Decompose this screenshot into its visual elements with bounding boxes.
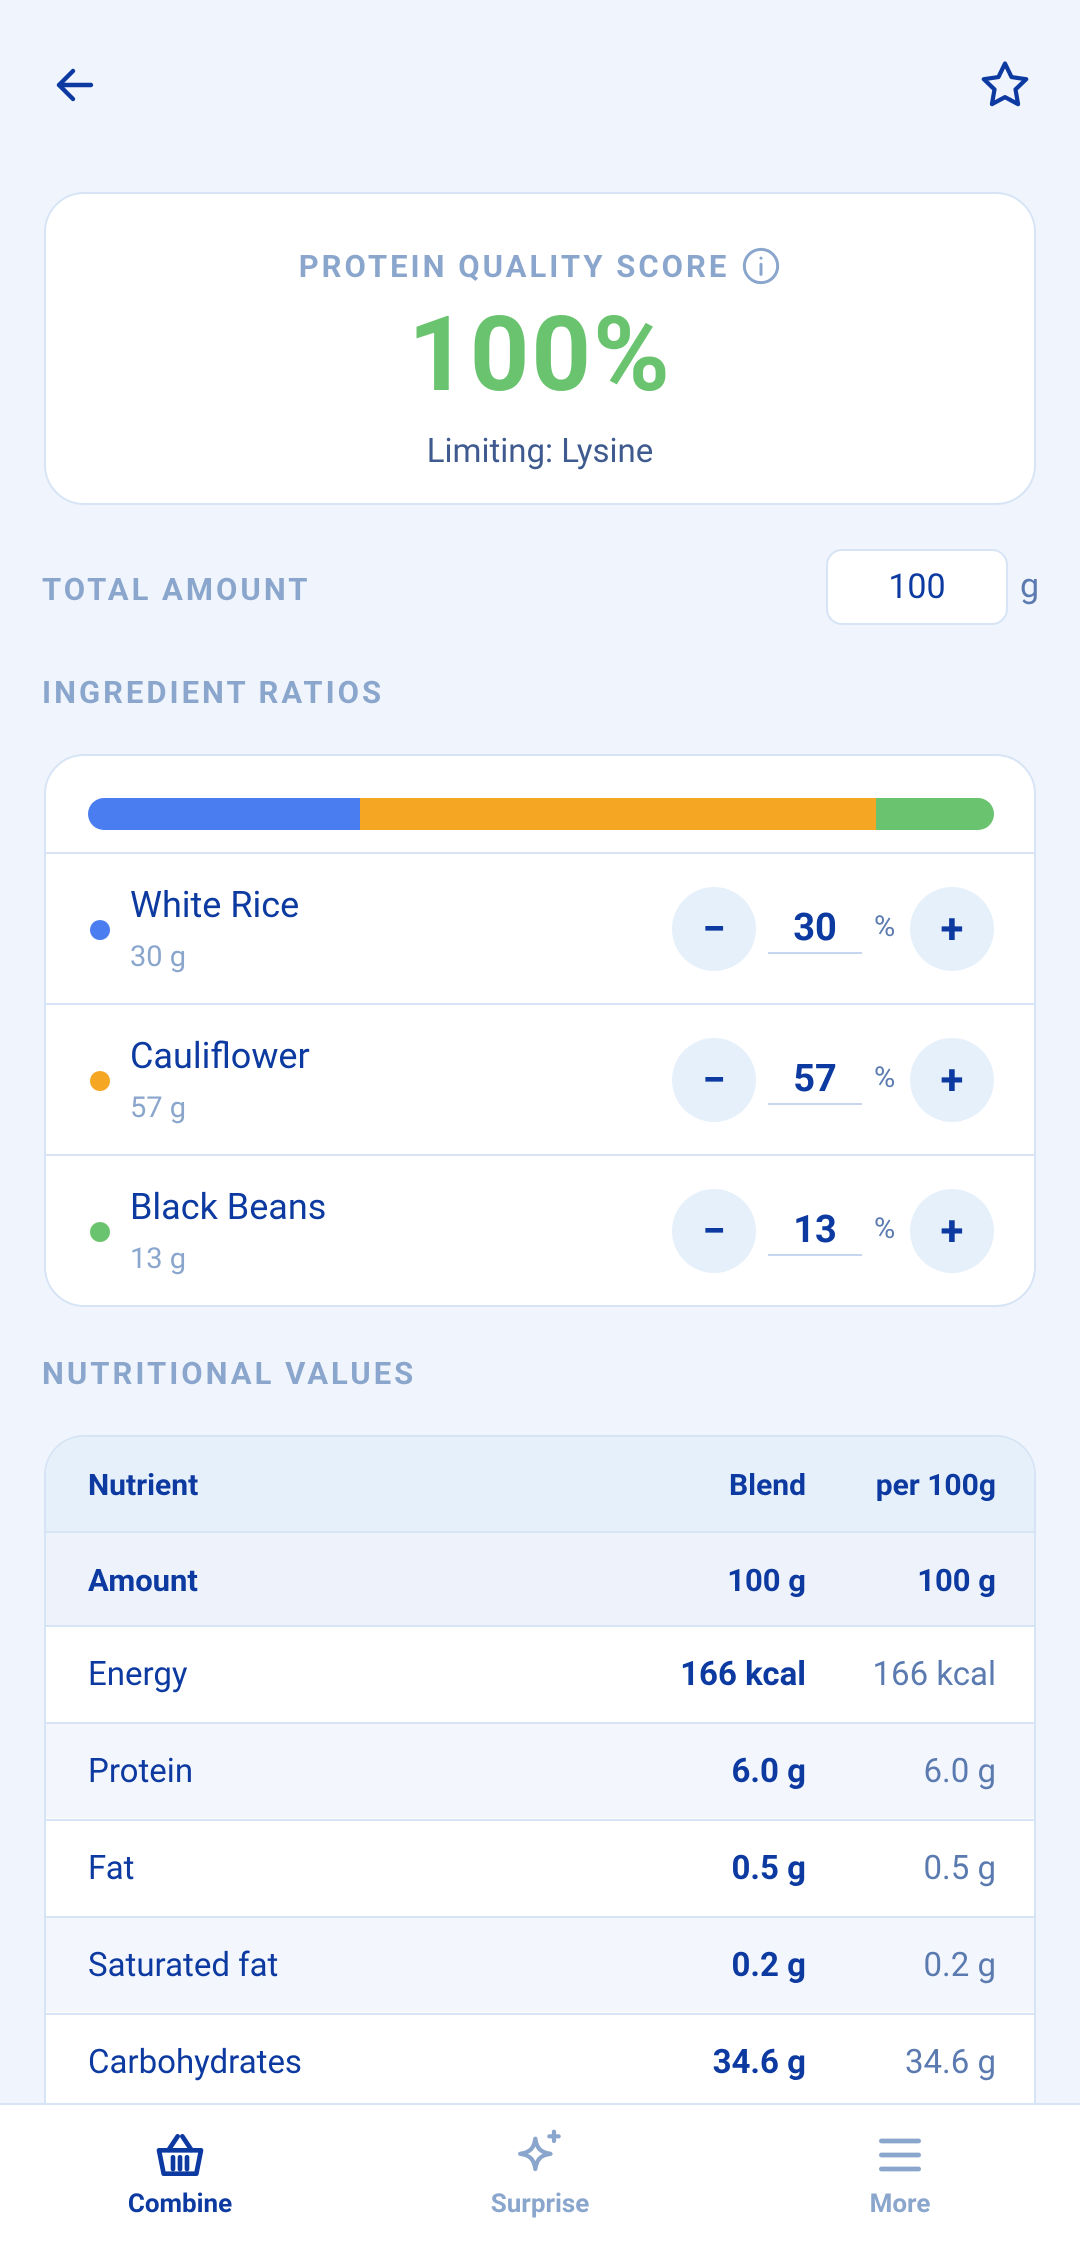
ingredient-row: White Rice 30 g −30% + [46, 852, 1034, 1003]
increase-button[interactable]: + [910, 887, 994, 971]
back-button[interactable] [40, 50, 110, 120]
percent-input[interactable]: 13 [768, 1204, 862, 1256]
percent-input[interactable]: 57 [768, 1053, 862, 1105]
increase-button[interactable]: + [910, 1038, 994, 1122]
nutrient-blend-value: 0.5 g [731, 1848, 807, 1888]
total-amount-label: TOTAL AMOUNT [42, 571, 311, 608]
header-per-100g: per 100g [875, 1467, 996, 1503]
ratio-segment-1 [88, 798, 360, 830]
increase-button[interactable]: + [910, 1189, 994, 1273]
nutrient-blend-value: 34.6 g [712, 2042, 806, 2082]
ingredient-name: White Rice [130, 884, 300, 926]
nutrient-per-100g-value: 6.0 g [923, 1751, 996, 1791]
ingredient-name: Cauliflower [130, 1035, 310, 1077]
limiting-amino-acid: Limiting: Lysine [426, 432, 654, 471]
ingredient-ratios-title: INGREDIENT RATIOS [42, 674, 385, 711]
decrease-button[interactable]: − [672, 887, 756, 971]
ratio-segment-2 [359, 798, 877, 830]
table-row: Energy 166 kcal 166 kcal [46, 1625, 1034, 1721]
ingredient-ratios-card: White Rice 30 g −30% + Cauliflower 57 g −57% + B… [44, 754, 1036, 1307]
score-value: 100% [408, 295, 672, 416]
nutrient-name: Carbohydrates [88, 2042, 302, 2082]
nav-more[interactable]: More [720, 2105, 1080, 2252]
nav-surprise-label: Surprise [490, 2189, 590, 2219]
nutrient-name: Protein [88, 1751, 194, 1791]
score-label-row: PROTEIN QUALITY SCORE [299, 246, 782, 286]
nutrient-per-100g-value: 0.5 g [923, 1848, 996, 1888]
nutrient-name: Fat [88, 1848, 135, 1888]
nav-combine[interactable]: Combine [0, 2105, 360, 2252]
nutrient-name: Saturated fat [88, 1945, 279, 1985]
decrease-button[interactable]: − [672, 1038, 756, 1122]
amount-name: Amount [88, 1561, 198, 1599]
total-amount-input[interactable]: 100 [826, 549, 1008, 625]
info-icon[interactable] [741, 246, 781, 286]
ratio-segment-3 [876, 798, 994, 830]
total-amount-unit: g [1020, 566, 1040, 606]
menu-icon [879, 2138, 921, 2172]
nutrient-per-100g-value: 0.2 g [923, 1945, 996, 1985]
amount-blend: 100 g [727, 1561, 806, 1599]
amount-per-100g: 100 g [917, 1561, 996, 1599]
ratio-bar [88, 798, 994, 830]
sparkle-icon [518, 2129, 561, 2172]
ingredient-color-dot [90, 1071, 110, 1091]
ingredient-row: Cauliflower 57 g −57% + [46, 1003, 1034, 1154]
protein-quality-card: PROTEIN QUALITY SCORE 100% Limiting: Lys… [44, 192, 1036, 505]
nav-more-label: More [869, 2189, 931, 2219]
percent-symbol: % [874, 910, 896, 944]
arrow-left-icon [56, 68, 94, 102]
ingredient-grams: 13 g [130, 1242, 187, 1276]
table-row: Carbohydrates 34.6 g 34.6 g [46, 2013, 1034, 2109]
star-outline-icon [981, 61, 1029, 107]
header-blend: Blend [729, 1467, 806, 1503]
nutrient-blend-value: 166 kcal [680, 1654, 806, 1694]
ingredient-grams: 57 g [130, 1091, 187, 1125]
nutritional-values-title: NUTRITIONAL VALUES [42, 1355, 417, 1392]
percent-symbol: % [874, 1061, 896, 1095]
nutrient-name: Energy [88, 1654, 188, 1694]
ingredient-grams: 30 g [130, 940, 187, 974]
table-row: Saturated fat 0.2 g 0.2 g [46, 1916, 1034, 2012]
ingredient-color-dot [90, 1222, 110, 1242]
favorite-button[interactable] [970, 50, 1040, 120]
nutrient-blend-value: 6.0 g [731, 1751, 807, 1791]
ingredient-name: Black Beans [130, 1186, 327, 1228]
ingredient-row: Black Beans 13 g −13% + [46, 1154, 1034, 1305]
table-row: Fat 0.5 g 0.5 g [46, 1819, 1034, 1915]
table-header: Nutrient Blend per 100g [46, 1437, 1034, 1533]
nav-surprise[interactable]: Surprise [360, 2105, 720, 2252]
nutrient-blend-value: 0.2 g [731, 1945, 807, 1985]
percent-symbol: % [874, 1212, 896, 1246]
ingredient-color-dot [90, 920, 110, 940]
decrease-button[interactable]: − [672, 1189, 756, 1273]
table-row-amount: Amount 100 g 100 g [46, 1531, 1034, 1627]
percent-input[interactable]: 30 [768, 902, 862, 954]
table-row: Protein 6.0 g 6.0 g [46, 1722, 1034, 1818]
header-nutrient: Nutrient [88, 1467, 199, 1503]
top-bar [0, 0, 1080, 170]
score-label: PROTEIN QUALITY SCORE [298, 247, 730, 285]
bottom-navigation: Combine Surprise More [0, 2103, 1080, 2252]
nutrient-per-100g-value: 166 kcal [872, 1654, 996, 1694]
nav-combine-label: Combine [127, 2189, 233, 2219]
nutrient-per-100g-value: 34.6 g [904, 2042, 996, 2082]
basket-icon [156, 2134, 204, 2176]
